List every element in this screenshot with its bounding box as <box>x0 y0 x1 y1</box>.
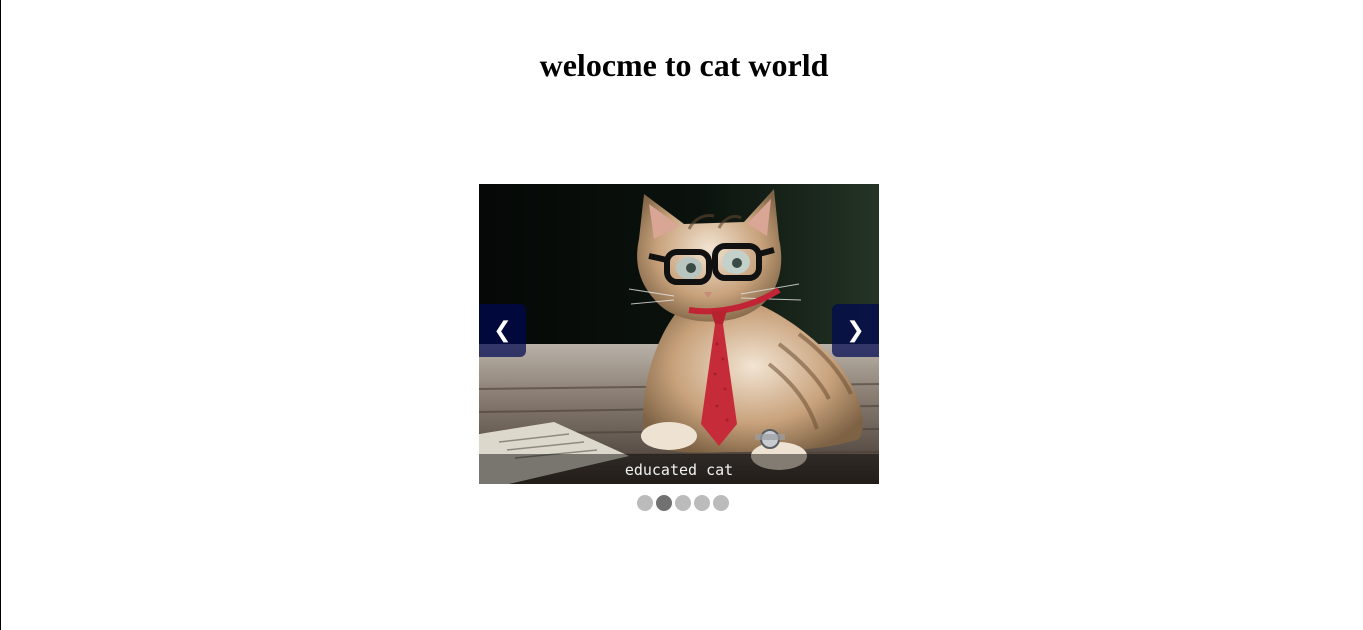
slide-dot-2[interactable] <box>656 495 672 511</box>
page-title: welocme to cat world <box>539 47 829 83</box>
previous-slide-button[interactable]: ❮ <box>479 304 526 357</box>
next-slide-button[interactable]: ❯ <box>832 304 879 357</box>
slide-dot-3[interactable] <box>675 495 691 511</box>
slide-dot-5[interactable] <box>713 495 729 511</box>
caption-bar: educated cat <box>479 454 879 484</box>
slide-indicator-dots <box>637 495 729 511</box>
slide-caption: educated cat <box>624 461 734 479</box>
slideshow-container: ❮ ❯ educated cat <box>479 184 879 484</box>
slide-dot-4[interactable] <box>694 495 710 511</box>
slide-dot-1[interactable] <box>637 495 653 511</box>
page-left-border <box>0 0 1 630</box>
cat-slide-image <box>479 184 879 484</box>
